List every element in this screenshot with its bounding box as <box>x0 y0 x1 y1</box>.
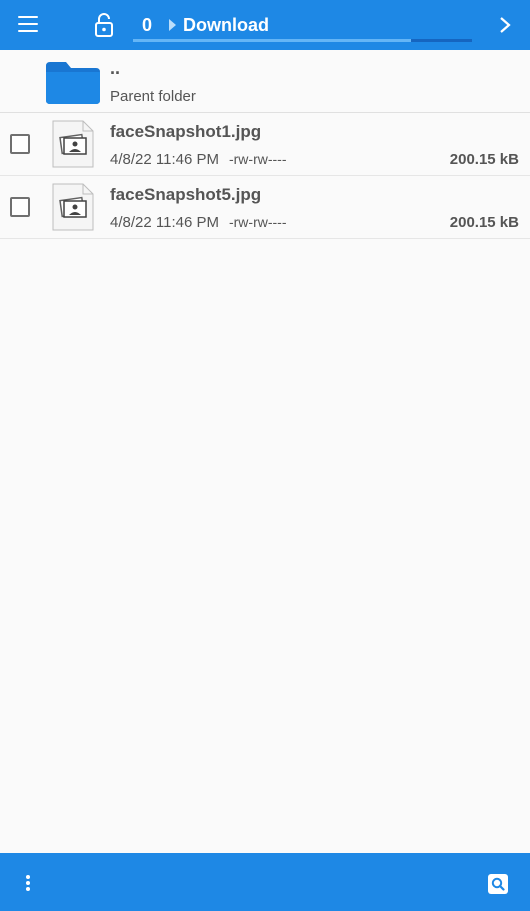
parent-folder-label: Parent folder <box>110 88 196 105</box>
parent-folder-name: .. <box>110 58 121 78</box>
top-app-bar: 0 Download <box>0 0 530 50</box>
file-date: 4/8/22 11:46 PM <box>110 151 219 168</box>
file-checkbox[interactable] <box>10 134 30 154</box>
parent-folder-row[interactable]: .. Parent folder <box>0 50 530 113</box>
file-row[interactable]: faceSnapshot5.jpg 4/8/22 11:46 PM -rw-rw-… <box>0 176 530 239</box>
file-size: 200.15 kB <box>449 151 519 168</box>
image-file-icon <box>52 183 94 231</box>
search-icon[interactable] <box>488 874 508 894</box>
storage-progress-bar <box>133 39 472 42</box>
file-checkbox[interactable] <box>10 197 30 217</box>
chevron-right-icon[interactable] <box>498 16 512 34</box>
file-date: 4/8/22 11:46 PM <box>110 214 219 231</box>
file-permissions: -rw-rw---- <box>228 151 287 167</box>
more-vert-icon[interactable] <box>25 875 31 893</box>
file-permissions: -rw-rw---- <box>228 214 287 230</box>
hamburger-menu-icon[interactable] <box>18 16 38 32</box>
folder-icon <box>44 58 102 106</box>
file-name: faceSnapshot1.jpg <box>110 122 262 141</box>
file-row[interactable]: faceSnapshot1.jpg 4/8/22 11:46 PM -rw-rw-… <box>0 113 530 176</box>
unlock-icon[interactable] <box>92 12 116 38</box>
storage-progress-fill <box>133 39 411 42</box>
file-meta: 4/8/22 11:46 PM -rw-rw---- <box>110 214 287 231</box>
selection-count: 0 <box>142 15 153 35</box>
breadcrumb-download[interactable]: Download <box>183 15 269 36</box>
image-file-icon <box>52 120 94 168</box>
breadcrumb-arrow-icon <box>169 19 176 31</box>
bottom-toolbar <box>0 853 530 911</box>
file-meta: 4/8/22 11:46 PM -rw-rw---- <box>110 151 287 168</box>
file-name: faceSnapshot5.jpg <box>110 185 262 204</box>
file-size: 200.15 kB <box>449 214 519 231</box>
